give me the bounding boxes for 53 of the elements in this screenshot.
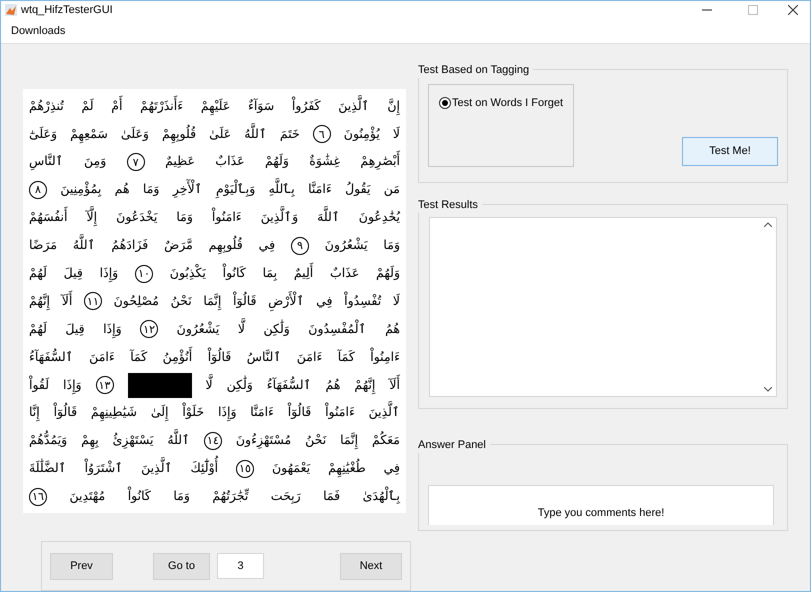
verse-text: ٱلَّذِينَ ءَامَنُواْ قَالُوٓاْ ءَامَنَّا وَإِذَا خَلَوْاْ إِلَىٰ شَيَٰطِينِهِمْ قَالُوٓاْ إِنَّا bbox=[29, 398, 400, 426]
radio-button[interactable] bbox=[439, 97, 451, 110]
hidden-word-block bbox=[128, 372, 192, 398]
verse-text: أَلَآ إِنَّهُمْ هُمُ ٱلسُّفَهَآءُ وَلَٰكِن لَّا bbox=[205, 370, 400, 398]
verse-text: أَلَآ إِنَّهُمْ bbox=[29, 286, 72, 314]
verse-text: أُوْلَٰٓئِكَ ٱلَّذِينَ ٱشْتَرَوُاْ ٱلضَّلَٰلَةَ bbox=[29, 454, 218, 482]
verse-text: وَإِذَا لَقُواْ bbox=[29, 370, 82, 398]
verse-number: ١٣ bbox=[96, 376, 114, 394]
verse-text: ءَامِنُواْ كَمَآ ءَامَنَ ٱلنَّاسُ قَالُوٓاْ أَنُؤْمِنُ كَمَآ ءَامَنَ ٱلسُّفَهَآءُ bbox=[29, 346, 400, 366]
verse-number: ١٤ bbox=[204, 432, 222, 450]
menu-item[interactable]: Downloads bbox=[11, 22, 66, 40]
verse-text: فِي قُلُوبِهِم مَّرَضٌ فَزَادَهُمُ ٱللَّهُ مَرَضًا bbox=[29, 231, 276, 258]
verse-number: ١١ bbox=[84, 292, 102, 310]
test-me-button[interactable]: Test Me! bbox=[682, 137, 778, 166]
verse-text: وَإِذَا قِيلَ لَهُمْ bbox=[29, 258, 118, 286]
verse-text: وَلَهُمْ عَذَابٌ أَلِيمٌ بِمَا كَانُواْ يَكْذِبُونَ bbox=[170, 262, 400, 283]
verse-text: ٱللَّهُ يَسْتَهْزِئُ بِهِمْ وَيَمُدُّهُمْ bbox=[29, 426, 190, 454]
verse-number: ٧ bbox=[126, 153, 145, 171]
comment-field[interactable]: Type you comments here! bbox=[428, 485, 774, 526]
verse-text: وَمَا يَشْعُرُونَ bbox=[324, 236, 400, 254]
verse-text: بِٱلْهُدَىٰ فَمَا رَبِحَت تِّجَٰرَتُهُمْ وَمَا كَانُواْ مُهْتَدِينَ bbox=[69, 486, 400, 506]
app-icon bbox=[5, 4, 17, 16]
verse-number: ١٠ bbox=[135, 264, 153, 283]
go-to-button[interactable]: Go to bbox=[153, 552, 210, 580]
verse-text: هُمُ ٱلْمُفْسِدُونَ وَلَٰكِن لَّا يَشْعُرُونَ bbox=[176, 314, 400, 342]
panel-title: Answer Panel bbox=[418, 438, 487, 453]
verse-text: خَتَمَ ٱللَّهُ عَلَىٰ قُلُوبِهِمْ وَعَلَىٰ سَمْعِهِمْ وَعَلَىٰٓ bbox=[29, 120, 300, 147]
verse-number: ١٦ bbox=[29, 488, 47, 506]
close-icon[interactable] bbox=[788, 5, 798, 16]
verse-text: لَا تُفْسِدُواْ فِي ٱلْأَرْضِ قَالُوٓاْ إِنَّمَا نَحْنُ مُصْلِحُونَ bbox=[114, 286, 400, 314]
verse-text: لَا يُؤْمِنُونَ bbox=[344, 124, 400, 143]
verse-number: ٩ bbox=[290, 236, 309, 255]
next-button[interactable]: Next bbox=[340, 552, 402, 580]
panel-title: Test Based on Tagging bbox=[418, 62, 530, 78]
verse-number: ٦ bbox=[312, 125, 331, 144]
scroll-down-icon[interactable] bbox=[764, 387, 772, 392]
verse-text: مَن يَقُولُ ءَامَنَّا بِٱللَّهِ وَبِٱلْيَوْمِ ٱلْأٓخِرِ وَمَا هُم بِمُؤْمِنِينَ bbox=[60, 175, 400, 202]
verse-text: فِي طُغْيَٰنِهِمْ يَعْمَهُونَ bbox=[272, 458, 400, 480]
window-title: wtq_HifzTesterGUI bbox=[21, 2, 113, 18]
scroll-up-icon[interactable] bbox=[764, 222, 772, 228]
verse-text: وَمِنَ ٱلنَّاسِ bbox=[29, 152, 106, 172]
verse-number: ١٥ bbox=[236, 460, 254, 478]
verse-text: يُخَٰدِعُونَ ٱللَّهَ وَٱلَّذِينَ ءَامَنُواْ وَمَا يَخْدَعُونَ إِلَّآ أَنفُسَهُمْ bbox=[29, 203, 400, 230]
verse-number: ٨ bbox=[29, 180, 47, 199]
prev-button[interactable]: Prev bbox=[50, 552, 113, 580]
radio-option[interactable]: Test on Words I Forget bbox=[439, 95, 573, 112]
verse-text: وَإِذَا قِيلَ لَهُمْ bbox=[29, 314, 122, 342]
verse-text: مَعَكُمْ إِنَّمَا نَحْنُ مُسْتَهْزِءُونَ bbox=[236, 430, 400, 452]
panel-title: Test Results bbox=[418, 198, 479, 213]
verse-text: إِنَّ ٱلَّذِينَ كَفَرُواْ سَوَآءٌ عَلَيْهِمْ ءَأَنذَرْتَهُمْ أَمْ لَمْ تُنذِرْهُمْ bbox=[29, 92, 400, 119]
verse-number: ١٢ bbox=[140, 320, 158, 338]
page-number-field[interactable]: 3 bbox=[217, 553, 264, 579]
verse-text: أَبْصَٰرِهِمْ غِشَٰوَةٌ وَلَهُمْ عَذَابٌ عَظِيمٌ bbox=[165, 147, 400, 174]
